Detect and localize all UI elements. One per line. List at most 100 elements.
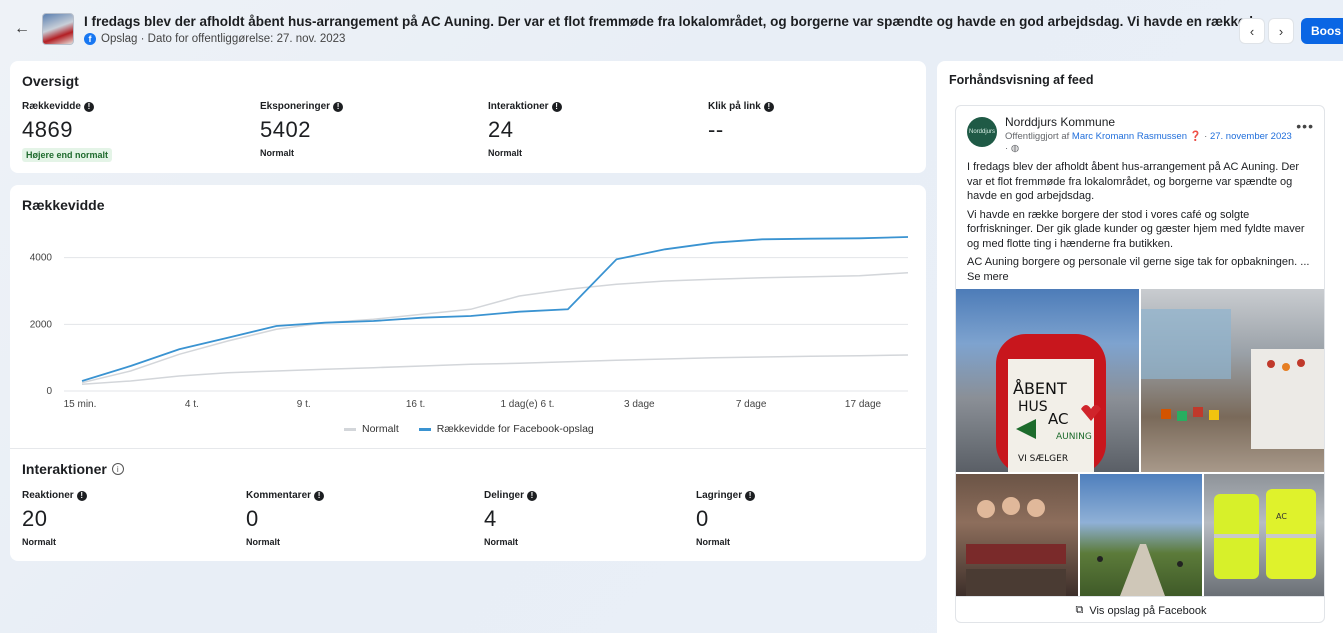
author-link[interactable]: Marc Kromann Rasmussen	[1072, 131, 1187, 142]
status-text: Normalt	[484, 537, 519, 547]
metric-label: Eksponeringer	[260, 101, 331, 112]
metric-value: 24	[488, 117, 514, 142]
info-icon[interactable]: !	[314, 490, 325, 501]
vests-illustration: AC	[1214, 489, 1316, 579]
status-text: Normalt	[488, 148, 523, 158]
info-icon[interactable]: !	[551, 101, 562, 112]
metric-label: Delinger	[484, 490, 525, 501]
post-byline: Offentliggjort af Marc Kromann Rasmussen…	[1005, 131, 1292, 154]
metric-comments: Kommentarer! 0 Normalt	[246, 490, 325, 550]
previous-post-button[interactable]: ‹	[1239, 18, 1265, 44]
feed-preview-title: Forhåndsvisning af feed	[949, 73, 1094, 87]
view-on-facebook-label: Vis opslag på Facebook	[1089, 604, 1207, 617]
metric-label: Rækkevidde	[22, 101, 81, 112]
legend-facebook[interactable]: Rækkevidde for Facebook-opslag	[437, 423, 594, 435]
metric-value: 20	[22, 506, 48, 531]
photo-staff[interactable]	[956, 474, 1078, 596]
x-tick-label: 17 dage	[845, 399, 882, 410]
back-arrow-icon[interactable]: ←	[12, 19, 32, 39]
x-tick-label: 3 dage	[624, 399, 655, 410]
info-circle-icon[interactable]: i	[111, 463, 124, 475]
more-options-icon[interactable]: •••	[1296, 118, 1314, 134]
cafe-illustration	[1141, 309, 1324, 449]
series-line-2[interactable]	[81, 236, 909, 382]
info-icon[interactable]: !	[83, 101, 94, 112]
status-text: Normalt	[246, 537, 281, 547]
info-icon[interactable]: !	[76, 490, 87, 501]
post-paragraph: AC Auning borgere og personale vil gerne…	[967, 256, 1310, 268]
sign-text: AC	[1048, 410, 1068, 428]
external-link-icon: ⧉	[1075, 604, 1084, 616]
x-tick-label: 4 t.	[185, 399, 199, 410]
overview-title: Oversigt	[22, 73, 79, 89]
metric-value: --	[708, 117, 724, 142]
legend-normal[interactable]: Normalt	[362, 423, 399, 435]
info-icon[interactable]: !	[745, 490, 756, 501]
metric-value: 5402	[260, 117, 311, 142]
x-tick-label: 16 t.	[406, 399, 425, 410]
metric-interactions: Interaktioner! 24 Normalt	[488, 101, 562, 161]
metric-label: Reaktioner	[22, 490, 74, 501]
status-text: Normalt	[22, 537, 57, 547]
x-tick-label: 1 dag(e) 6 t.	[500, 399, 554, 410]
photo-sign[interactable]: ÅBENT HUS AC AUNING VI SÆLGER	[956, 289, 1139, 472]
photo-cafe[interactable]	[1141, 289, 1324, 472]
photo-vests[interactable]: AC	[1204, 474, 1324, 596]
post-header: ← I fredags blev der afholdt åbent hus-a…	[0, 0, 1343, 58]
status-badge: Højere end normalt	[22, 148, 113, 162]
post-title: I fredags blev der afholdt åbent hus-arr…	[84, 14, 1259, 29]
series-line-0[interactable]	[81, 354, 909, 386]
info-icon[interactable]: !	[333, 101, 344, 112]
page-name[interactable]: Norddjurs Kommune	[1005, 115, 1115, 129]
chevron-right-icon: ›	[1278, 23, 1284, 39]
sign-text: AUNING	[1056, 432, 1092, 442]
sign-text: ÅBENT	[1013, 379, 1067, 398]
help-icon[interactable]: ❓	[1190, 131, 1202, 142]
svg-text:AC: AC	[1276, 512, 1287, 521]
metric-impressions: Eksponeringer! 5402 Normalt	[260, 101, 344, 161]
metric-value: 4	[484, 506, 497, 531]
chart-legend: Normalt Rækkevidde for Facebook-opslag	[344, 423, 594, 435]
metric-label: Kommentarer	[246, 490, 312, 501]
x-tick-label: 9 t.	[297, 399, 311, 410]
x-tick-label: 15 min.	[64, 399, 97, 410]
legend-swatch-normal	[344, 427, 356, 431]
metric-value: 4869	[22, 117, 73, 142]
boost-label: Boos	[1311, 24, 1341, 38]
globe-icon: ◍	[1010, 143, 1020, 154]
view-on-facebook-link[interactable]: ⧉ Vis opslag på Facebook	[956, 596, 1324, 622]
metric-value: 0	[246, 506, 259, 531]
metric-value: 0	[696, 506, 709, 531]
x-tick-label: 7 dage	[736, 399, 767, 410]
post-paragraph: Vi havde en række borgere der stod i vor…	[967, 208, 1305, 250]
chevron-left-icon: ‹	[1249, 23, 1255, 39]
info-icon[interactable]: !	[763, 101, 774, 112]
info-icon[interactable]: !	[527, 490, 538, 501]
page-avatar[interactable]: Norddjurs	[967, 117, 997, 147]
next-post-button[interactable]: ›	[1268, 18, 1294, 44]
metric-label: Interaktioner	[488, 101, 549, 112]
see-more-link[interactable]: Se mere	[967, 270, 1317, 285]
series-line-1[interactable]	[81, 271, 909, 384]
boost-button[interactable]: Boos	[1301, 18, 1343, 44]
interactions-heading: Interaktioner i	[22, 461, 124, 477]
reach-chart: 0 2000 4000 15 min. 4 t. 9 t. 16 t. 1 dag(e) 6 …	[30, 236, 909, 410]
field-illustration	[1097, 544, 1183, 596]
post-paragraph: I fredags blev der afholdt åbent hus-arr…	[967, 161, 1300, 202]
photo-field[interactable]	[1080, 474, 1202, 596]
metric-saves: Lagringer! 0 Normalt	[696, 490, 756, 550]
sign-illustration: ÅBENT HUS AC AUNING VI SÆLGER	[996, 334, 1106, 472]
sign-text: HUS	[1018, 399, 1048, 415]
metric-reactions: Reaktioner! 20 Normalt	[22, 490, 87, 550]
status-text: Normalt	[696, 537, 731, 547]
metric-reach: Rækkevidde! 4869 Højere end normalt	[22, 101, 113, 163]
staff-illustration	[966, 497, 1066, 596]
date-link[interactable]: 27. november 2023	[1210, 131, 1292, 142]
post-thumbnail	[42, 13, 74, 45]
y-tick-label: 2000	[30, 319, 53, 330]
metric-link-clicks: Klik på link! --	[708, 101, 774, 142]
post-meta-text: Opslag · Dato for offentliggørelse: 27. …	[101, 33, 346, 45]
facebook-post-preview: Norddjurs Norddjurs Kommune Offentliggjo…	[955, 105, 1325, 623]
facebook-icon: f	[84, 33, 96, 45]
legend-swatch-facebook	[418, 427, 431, 431]
